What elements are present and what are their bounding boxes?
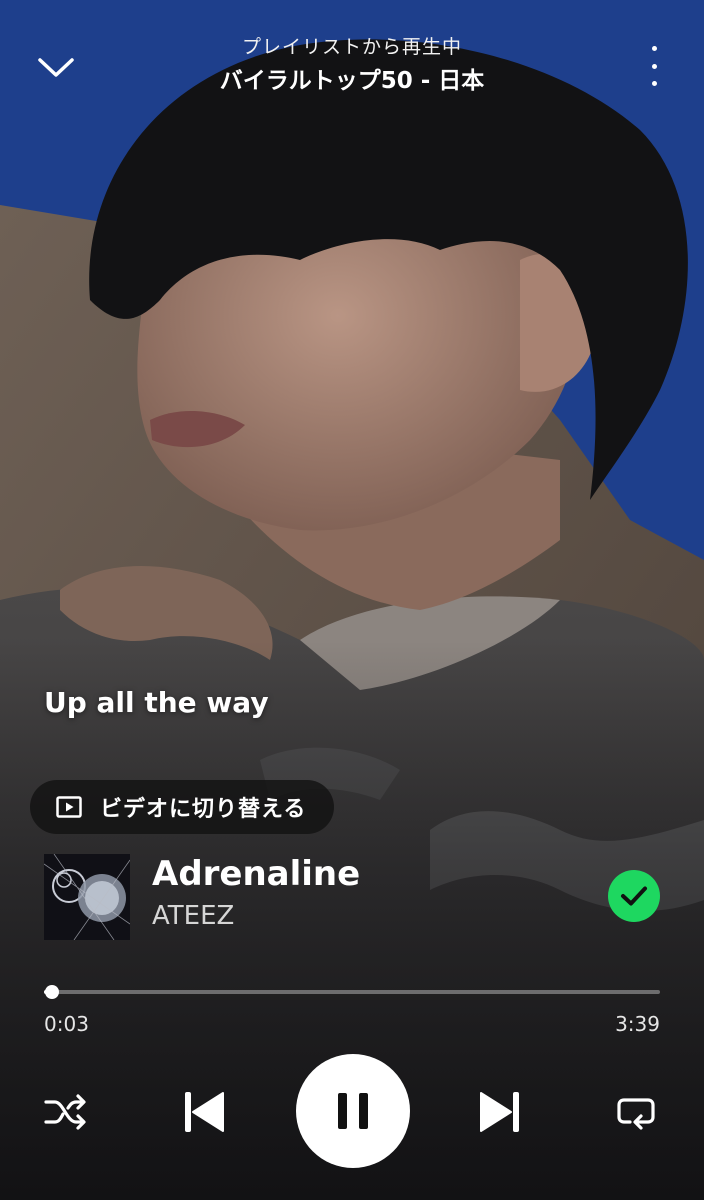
track-artist[interactable]: ATEEZ [152,901,234,931]
more-options-button[interactable] [642,46,666,86]
album-art[interactable] [44,854,130,940]
progress-track [44,990,660,994]
more-vertical-icon [651,81,657,86]
next-track-button[interactable] [468,1080,532,1144]
player-header: プレイリストから再生中 バイラルトップ50 - 日本 [0,0,704,120]
shuffle-button[interactable] [38,1086,94,1138]
album-art-image [44,854,130,940]
repeat-icon [617,1098,655,1130]
playlist-name[interactable]: バイラルトップ50 - 日本 [120,64,584,98]
previous-track-button[interactable] [172,1080,236,1144]
skip-previous-icon [185,1092,224,1132]
saved-to-library-button[interactable] [608,870,660,922]
more-vertical-icon [651,63,657,69]
play-box-icon [56,796,82,818]
total-duration: 3:39 [615,1012,660,1036]
lyric-line: Up all the way [44,686,269,719]
now-playing-screen: プレイリストから再生中 バイラルトップ50 - 日本 Up all the wa… [0,0,704,1200]
chevron-down-icon [38,58,74,77]
context-label: プレイリストから再生中 [241,36,462,58]
track-title[interactable]: Adrenaline [152,854,360,894]
repeat-button[interactable] [608,1086,664,1138]
playing-context: プレイリストから再生中 バイラルトップ50 - 日本 [120,34,584,98]
switch-to-video-label: ビデオに切り替える [100,797,307,822]
pause-button[interactable] [296,1054,410,1168]
playback-progress-bar[interactable] [44,982,660,1002]
more-vertical-icon [651,46,657,51]
shuffle-icon [44,1094,86,1130]
elapsed-time: 0:03 [44,1012,89,1036]
collapse-button[interactable] [30,48,82,88]
pause-icon [338,1093,368,1129]
skip-next-icon [480,1092,519,1132]
switch-to-video-button[interactable]: ビデオに切り替える [30,780,335,834]
background-video-still [0,0,704,1200]
progress-thumb[interactable] [45,985,60,999]
check-circle-icon [621,886,647,906]
